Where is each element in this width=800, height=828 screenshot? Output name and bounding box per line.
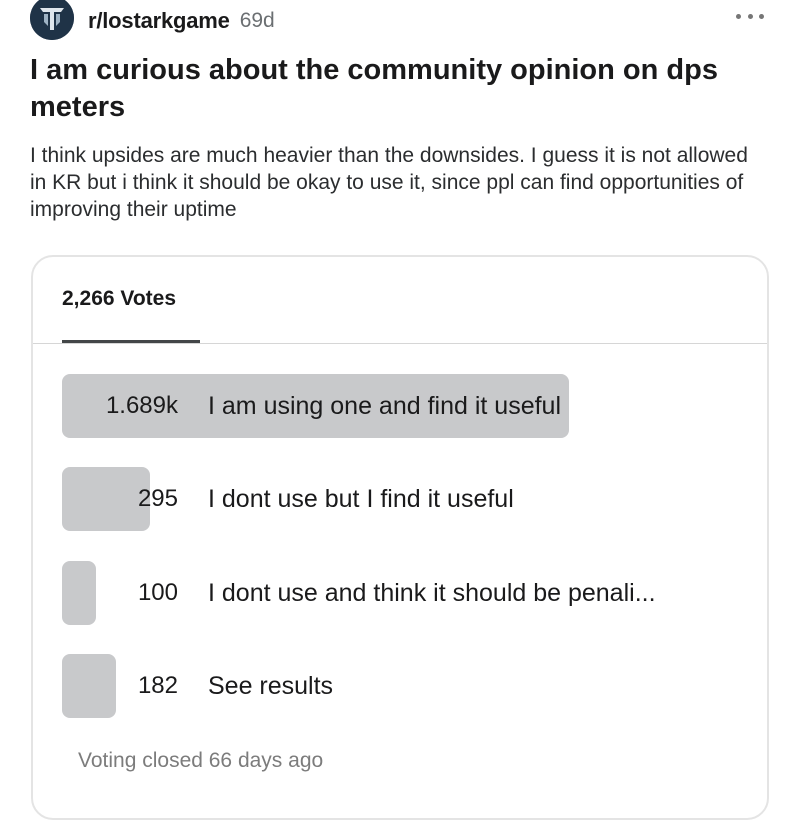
poll-option-count: 295 bbox=[137, 485, 178, 512]
poll-option: 1.689k I am using one and find it useful bbox=[62, 374, 742, 438]
dot bbox=[759, 13, 764, 19]
subreddit-avatar[interactable] bbox=[30, 0, 74, 40]
dot bbox=[736, 13, 741, 19]
more-options-icon[interactable] bbox=[736, 6, 764, 26]
poll-option: 100 I dont use and think it should be pe… bbox=[62, 561, 742, 625]
poll-divider bbox=[33, 343, 767, 344]
poll-option-see-results[interactable]: 182 See results bbox=[62, 654, 742, 718]
poll-option-label: I am using one and find it useful bbox=[208, 392, 562, 420]
poll-option-label: I dont use but I find it useful bbox=[208, 485, 514, 513]
lost-ark-logo-icon bbox=[30, 0, 74, 40]
post-body: I think upsides are much heavier than th… bbox=[30, 144, 748, 221]
poll-card: 2,266 Votes 1.689k I am using one and fi… bbox=[31, 255, 769, 820]
subreddit-name[interactable]: r/lostarkgame bbox=[88, 8, 230, 34]
see-results-link[interactable]: See results bbox=[208, 654, 333, 718]
poll-option-label: I dont use and think it should be penali… bbox=[208, 579, 656, 607]
poll-option: 295 I dont use but I find it useful bbox=[62, 467, 742, 531]
poll-option-count: 1.689k bbox=[105, 392, 178, 419]
post-age: 69d bbox=[239, 9, 275, 32]
post-header: r/lostarkgame 69d bbox=[30, 0, 770, 42]
post-title[interactable]: I am curious about the community opinion… bbox=[30, 52, 770, 126]
dot bbox=[747, 13, 753, 19]
votes-tab[interactable]: 2,266 Votes bbox=[62, 287, 176, 311]
poll-option-count: 100 bbox=[137, 579, 178, 606]
poll-status: Voting closed 66 days ago bbox=[78, 749, 324, 772]
poll-option-count: 182 bbox=[137, 672, 178, 699]
